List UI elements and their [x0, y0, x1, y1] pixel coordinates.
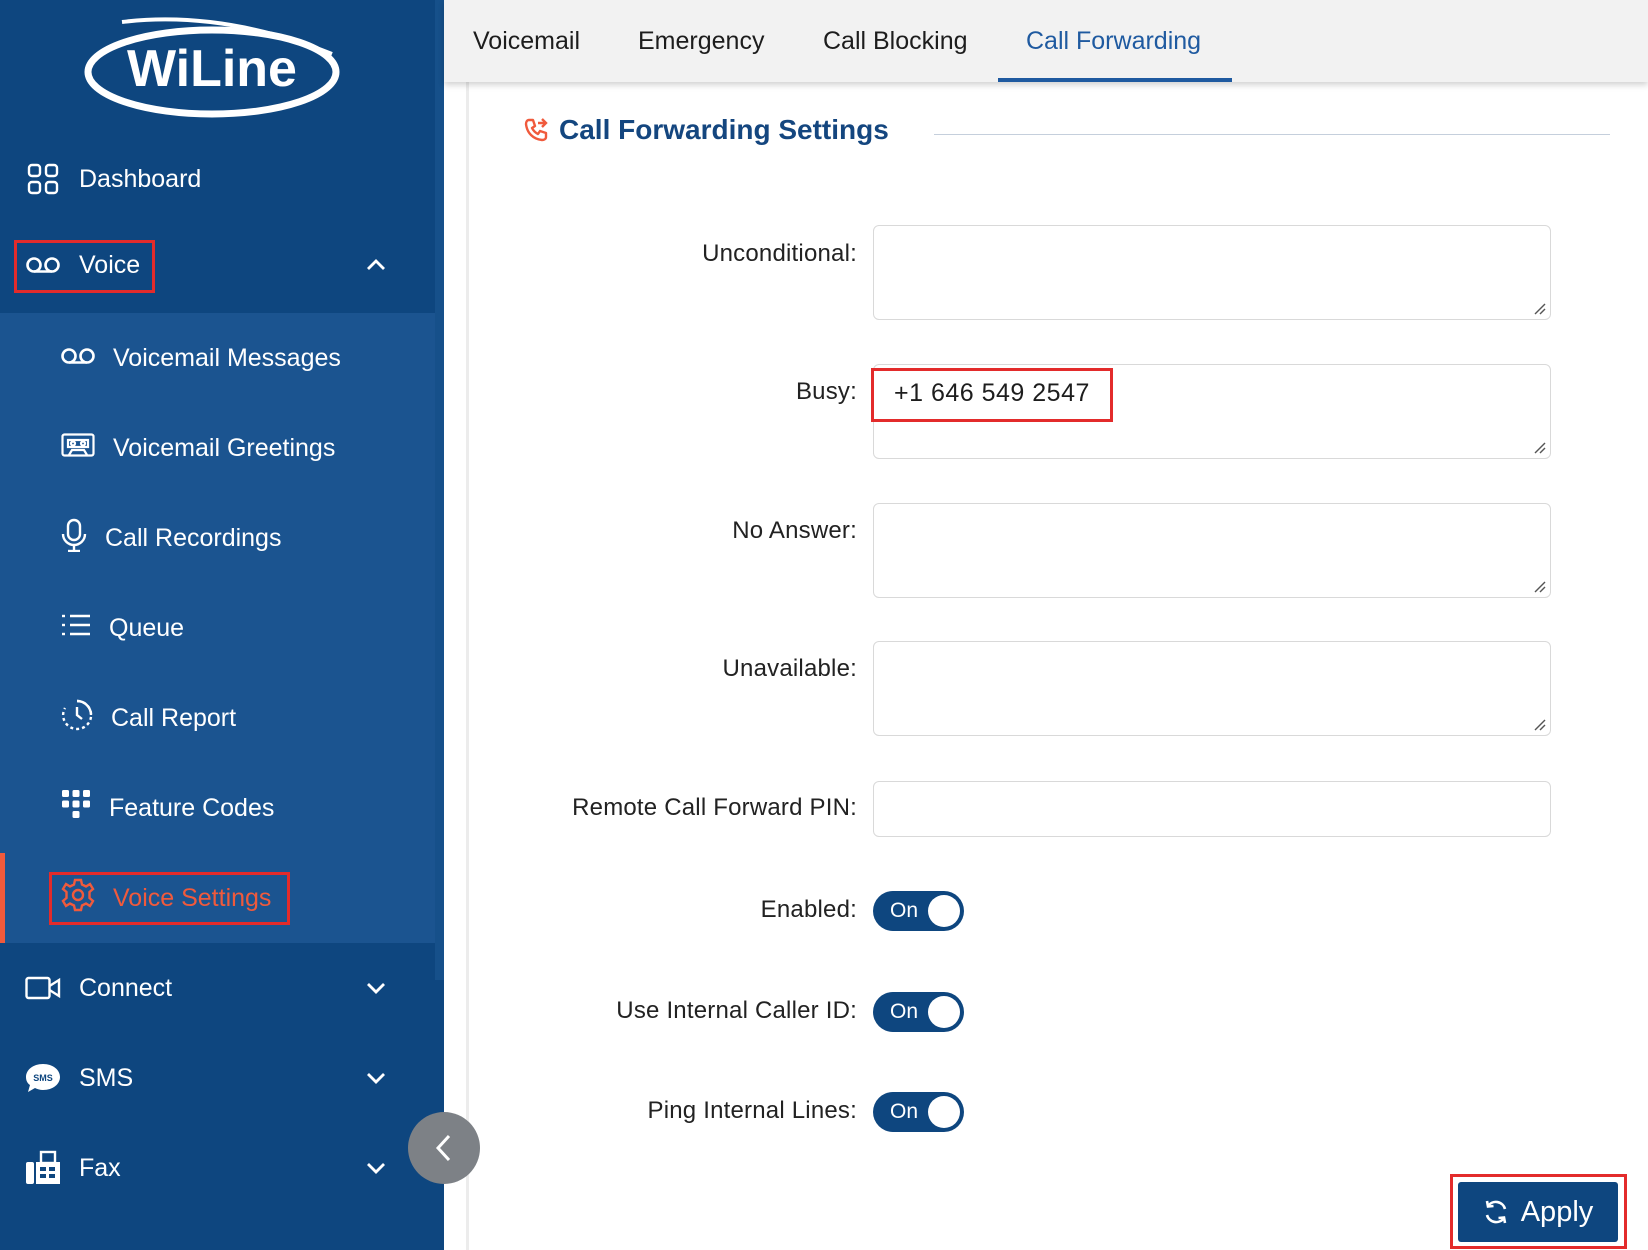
sidebar-item-label: Call Report [111, 703, 237, 732]
ping-internal-lines-label: Ping Internal Lines: [647, 1097, 857, 1124]
apply-button[interactable]: Apply [1458, 1182, 1618, 1242]
toggle-knob [928, 996, 960, 1028]
section-header: Call Forwarding Settings [523, 114, 889, 146]
unconditional-label: Unconditional: [702, 240, 857, 267]
dialpad-icon [61, 789, 91, 828]
toggle-knob [928, 1096, 960, 1128]
section-title: Call Forwarding Settings [559, 114, 889, 145]
tab-voicemail[interactable]: Voicemail [473, 0, 580, 82]
active-indicator [0, 853, 5, 943]
dashboard-icon [25, 161, 61, 197]
content-edge [466, 82, 469, 1250]
sidebar-item-connect[interactable]: Connect [0, 943, 436, 1033]
remote-pin-input[interactable] [873, 781, 1551, 837]
sidebar-item-feature-codes[interactable]: Feature Codes [0, 763, 436, 853]
fax-icon [25, 1150, 61, 1186]
remote-pin-label: Remote Call Forward PIN: [572, 794, 857, 821]
sidebar-item-call-recordings[interactable]: Call Recordings [0, 493, 436, 583]
sidebar-item-sms[interactable]: SMS SMS [0, 1033, 436, 1123]
sidebar-item-voicemail-messages[interactable]: Voicemail Messages [0, 313, 436, 403]
tab-emergency[interactable]: Emergency [638, 0, 764, 82]
chevron-down-icon[interactable] [364, 1066, 388, 1090]
sms-chat-icon: SMS [25, 1060, 61, 1096]
sidebar-item-label: Feature Codes [109, 793, 275, 822]
no-answer-field[interactable] [873, 503, 1551, 598]
unconditional-field[interactable] [873, 225, 1551, 320]
history-icon [61, 699, 93, 738]
sidebar-item-label: Call Recordings [105, 523, 282, 552]
toggle-knob [928, 895, 960, 927]
sidebar-item-queue[interactable]: Queue [0, 583, 436, 673]
chevron-left-icon [435, 1134, 451, 1162]
sidebar-item-label: Voice Settings [113, 883, 272, 912]
voicemail-icon [61, 344, 95, 373]
tab-call-blocking[interactable]: Call Blocking [823, 0, 968, 82]
collapse-sidebar-button[interactable] [408, 1112, 480, 1184]
sidebar-item-fax[interactable]: Fax [0, 1123, 436, 1213]
sidebar-item-call-report[interactable]: Call Report [0, 673, 436, 763]
list-icon [61, 613, 91, 644]
voice-submenu: Voicemail Messages Voicemail Greetings C… [0, 313, 436, 943]
refresh-icon [1485, 1200, 1506, 1224]
ping-internal-lines-toggle[interactable]: On [873, 1092, 964, 1132]
enabled-toggle[interactable]: On [873, 891, 964, 931]
sidebar-item-label: Voicemail Greetings [113, 433, 336, 462]
tab-call-forwarding[interactable]: Call Forwarding [1026, 0, 1201, 82]
active-tab-underline [998, 78, 1232, 82]
resize-grip-icon[interactable] [1532, 301, 1546, 315]
section-divider [934, 134, 1610, 135]
svg-text:WiLine: WiLine [127, 40, 297, 98]
sidebar-item-label: Connect [79, 973, 173, 1002]
resize-grip-icon[interactable] [1532, 440, 1546, 454]
sidebar-item-voicemail-greetings[interactable]: Voicemail Greetings [0, 403, 436, 493]
unavailable-label: Unavailable: [722, 655, 857, 682]
internal-caller-id-label: Use Internal Caller ID: [616, 997, 857, 1024]
busy-field[interactable]: +1 646 549 2547 [873, 364, 1551, 459]
resize-grip-icon[interactable] [1532, 717, 1546, 731]
sidebar-item-voice[interactable]: Voice [0, 220, 436, 310]
enabled-label: Enabled: [760, 896, 857, 923]
sidebar-item-label: Voicemail Messages [113, 343, 341, 372]
gear-icon [61, 878, 95, 919]
sidebar-item-label: Voice [79, 250, 141, 279]
chevron-down-icon[interactable] [364, 1156, 388, 1180]
voicemail-icon [25, 247, 61, 283]
sidebar-item-label: Queue [109, 613, 185, 642]
chevron-up-icon[interactable] [364, 253, 388, 277]
cassette-icon [61, 432, 95, 464]
svg-text:SMS: SMS [33, 1073, 53, 1083]
wiline-logo[interactable]: WiLine [82, 14, 346, 118]
sidebar-item-label: Dashboard [79, 164, 202, 193]
sidebar-item-label: SMS [79, 1063, 134, 1092]
sidebar-item-voice-settings[interactable]: Voice Settings [0, 853, 436, 943]
unavailable-field[interactable] [873, 641, 1551, 736]
sidebar-scrollbar[interactable] [435, 0, 444, 980]
resize-grip-icon[interactable] [1532, 579, 1546, 593]
sidebar: WiLine Dashboard Voice Voicemail Message… [0, 0, 444, 1250]
video-camera-icon [25, 970, 61, 1006]
call-forward-icon [524, 118, 548, 142]
busy-label: Busy: [795, 378, 857, 405]
sidebar-item-dashboard[interactable]: Dashboard [0, 134, 436, 224]
sidebar-item-label: Fax [79, 1153, 121, 1182]
internal-caller-id-toggle[interactable]: On [873, 992, 964, 1032]
no-answer-label: No Answer: [732, 517, 857, 544]
chevron-down-icon[interactable] [364, 976, 388, 1000]
microphone-icon [61, 518, 87, 559]
